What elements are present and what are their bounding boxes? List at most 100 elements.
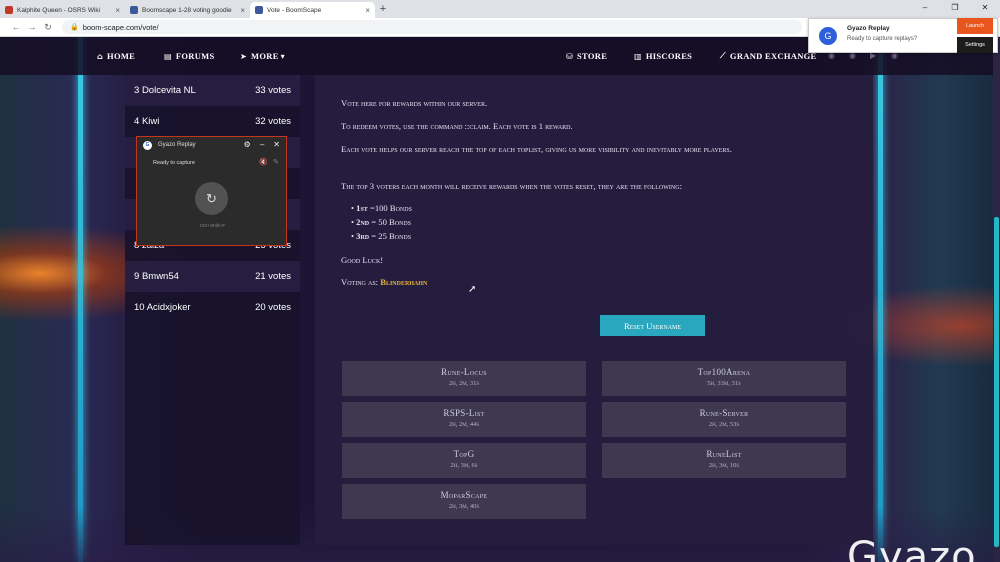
rank: 9 (134, 271, 140, 282)
voting-as: Voting as: Blinderhahn (341, 276, 841, 289)
vote-site-timer: 5h, 33m, 31s (707, 380, 741, 387)
nav-home[interactable]: ⌂ HOME (97, 51, 135, 61)
minimize-icon[interactable]: – (260, 140, 264, 149)
tab-title: Vote - BoomScape (267, 6, 322, 14)
window-controls: – ❐ ✕ (910, 0, 1000, 18)
vote-site-name: RuneList (706, 449, 742, 459)
reward-place: 1st (356, 203, 368, 213)
voting-as-username: Blinderhahn (380, 277, 428, 287)
reward-item: • 1st =100 Bonds (351, 203, 412, 213)
settings-gear-icon[interactable]: ⚙ (244, 140, 251, 149)
reset-username-button[interactable]: Reset Username (600, 315, 705, 336)
minimize-icon[interactable]: – (910, 0, 940, 18)
vote-site-button[interactable]: Rune-Locus 2h, 2m, 31s (342, 361, 586, 396)
vote-site-button[interactable]: TopG 2h, 3m, 6s (342, 443, 586, 478)
reload-icon[interactable]: ↻ (40, 22, 56, 33)
line-chart-icon: ⟋ (720, 51, 726, 60)
back-arrow-icon[interactable]: ← (8, 22, 24, 32)
nav-hiscores[interactable]: ▥ HISCORES (634, 51, 692, 61)
browser-tab-bar: Kalphite Queen - OSRS Wiki × Boomscape 1… (0, 0, 1000, 18)
vote-count: 32 votes (255, 116, 291, 127)
rank: 3 (134, 85, 140, 96)
reward-amount: = 25 Bonds (371, 231, 412, 241)
osrs-wiki-favicon-icon (5, 6, 13, 14)
gyazo-logo-icon: G (143, 140, 152, 150)
vote-site-name: RSPS-List (443, 408, 485, 418)
sound-muted-icon[interactable]: 🔇 (259, 158, 268, 166)
mouse-cursor-icon: ➚ (468, 284, 477, 295)
record-button[interactable]: ↻ (195, 182, 228, 215)
browser-tab[interactable]: Kalphite Queen - OSRS Wiki × (0, 2, 125, 18)
vote-site-button[interactable]: RuneList 2h, 3m, 10s (602, 443, 846, 478)
browser-tab-active[interactable]: Vote - BoomScape × (250, 2, 375, 18)
close-tab-icon[interactable]: × (365, 6, 370, 15)
close-icon[interactable]: ✕ (273, 140, 280, 149)
notice-subtitle: Ready to capture replays? (847, 36, 918, 42)
shortcut-hint: Ctrl+Shift+F (199, 224, 226, 229)
settings-button[interactable]: Settings (957, 37, 993, 53)
nav-store[interactable]: ⛁ STORE (566, 51, 607, 61)
launch-button[interactable]: Launch (957, 18, 993, 34)
reward-place: 3rd (356, 231, 370, 241)
voter-name: Kiwi (141, 116, 160, 127)
vote-site-name: Rune-Server (699, 408, 749, 418)
vote-site-button[interactable]: Rune-Server 2h, 2m, 53s (602, 402, 846, 437)
gyazo-status: Ready to capture (153, 160, 195, 166)
forward-arrow-icon[interactable]: → (24, 22, 40, 32)
visibility-text: Each vote helps our server reach the top… (341, 144, 732, 154)
boomscape-favicon-icon (255, 6, 263, 14)
redeem-text: To redeem votes, use the command ::claim… (341, 121, 573, 131)
browser-tab[interactable]: Boomscape 1-28 voting goodie × (125, 2, 250, 18)
chart-icon: ▥ (634, 51, 642, 61)
address-bar[interactable]: 🔒 boom-scape.com/vote/ (62, 20, 802, 34)
close-window-icon[interactable]: ✕ (970, 0, 1000, 18)
reward-item: • 2nd = 50 Bonds (351, 217, 412, 227)
gyazo-watermark: Gyazo (847, 534, 977, 562)
vote-site-timer: 2h, 2m, 53s (708, 421, 740, 428)
url-text: boom-scape.com/vote/ (82, 22, 159, 32)
reward-amount: = 50 Bonds (371, 217, 412, 227)
voter-name: Dolcevita NL (141, 85, 196, 96)
nav-grand-exchange-label: GRAND EXCHANGE (729, 51, 817, 61)
boomscape-favicon-icon (130, 6, 138, 14)
vote-site-name: TopG (453, 449, 475, 459)
nav-more[interactable]: ➤ MORE ▾ (240, 51, 285, 61)
maximize-icon[interactable]: ❐ (940, 0, 970, 18)
vote-site-timer: 2h, 3m, 10s (708, 462, 740, 469)
list-item: 10 Acidxjoker 20 votes (125, 292, 300, 323)
vote-count: 21 votes (255, 271, 291, 282)
vote-site-button[interactable]: RSPS-List 2h, 2m, 44s (342, 402, 586, 437)
tab-title: Kalphite Queen - OSRS Wiki (17, 6, 101, 14)
nav-store-label: STORE (577, 51, 608, 61)
good-luck-text: Good Luck! (341, 255, 384, 265)
list-item: 9 Bmwn54 21 votes (125, 261, 300, 292)
left-art-border (78, 37, 83, 562)
vote-site-timer: 2h, 2m, 31s (448, 380, 480, 387)
nav-forums[interactable]: ▤ FORUMS (164, 51, 215, 61)
top-voters-text: The top 3 voters each month will receive… (341, 181, 682, 191)
website: ⌂ HOME ▤ FORUMS ➤ MORE ▾ ⛁ STORE ▥ HISCO… (0, 37, 1000, 562)
vote-site-button[interactable]: Top100Arena 5h, 33m, 31s (602, 361, 846, 396)
list-item: 3 Dolcevita NL 33 votes (125, 75, 300, 106)
forums-icon: ▤ (164, 51, 172, 61)
reward-item: • 3rd = 25 Bonds (351, 231, 412, 241)
right-art-border (878, 37, 883, 562)
scrollbar-thumb[interactable] (994, 217, 999, 547)
tab-title: Boomscape 1-28 voting goodie (142, 6, 232, 14)
vote-site-timer: 2h, 3m, 40s (448, 503, 480, 510)
rank: 10 (134, 302, 145, 313)
list-item: 4 Kiwi 32 votes (125, 106, 300, 137)
voter-name: Acidxjoker (146, 302, 191, 313)
vote-site-name: MoparScape (440, 490, 488, 500)
intro-text: Vote here for rewards within our server. (341, 98, 488, 108)
vote-site-timer: 2h, 2m, 44s (448, 421, 480, 428)
nav-grand-exchange[interactable]: ⟋ GRAND EXCHANGE (720, 51, 817, 61)
mic-muted-icon[interactable]: ✎ (273, 158, 279, 166)
gyazo-popup-controls: ⚙ – ✕ (235, 140, 280, 149)
new-tab-icon[interactable]: + (375, 2, 391, 18)
vote-site-button[interactable]: MoparScape 2h, 3m, 40s (342, 484, 586, 519)
close-tab-icon[interactable]: × (240, 6, 245, 15)
close-tab-icon[interactable]: × (115, 6, 120, 15)
nav-hiscores-label: HISCORES (645, 51, 693, 61)
gyazo-popup-title: Gyazo Replay (158, 142, 196, 148)
